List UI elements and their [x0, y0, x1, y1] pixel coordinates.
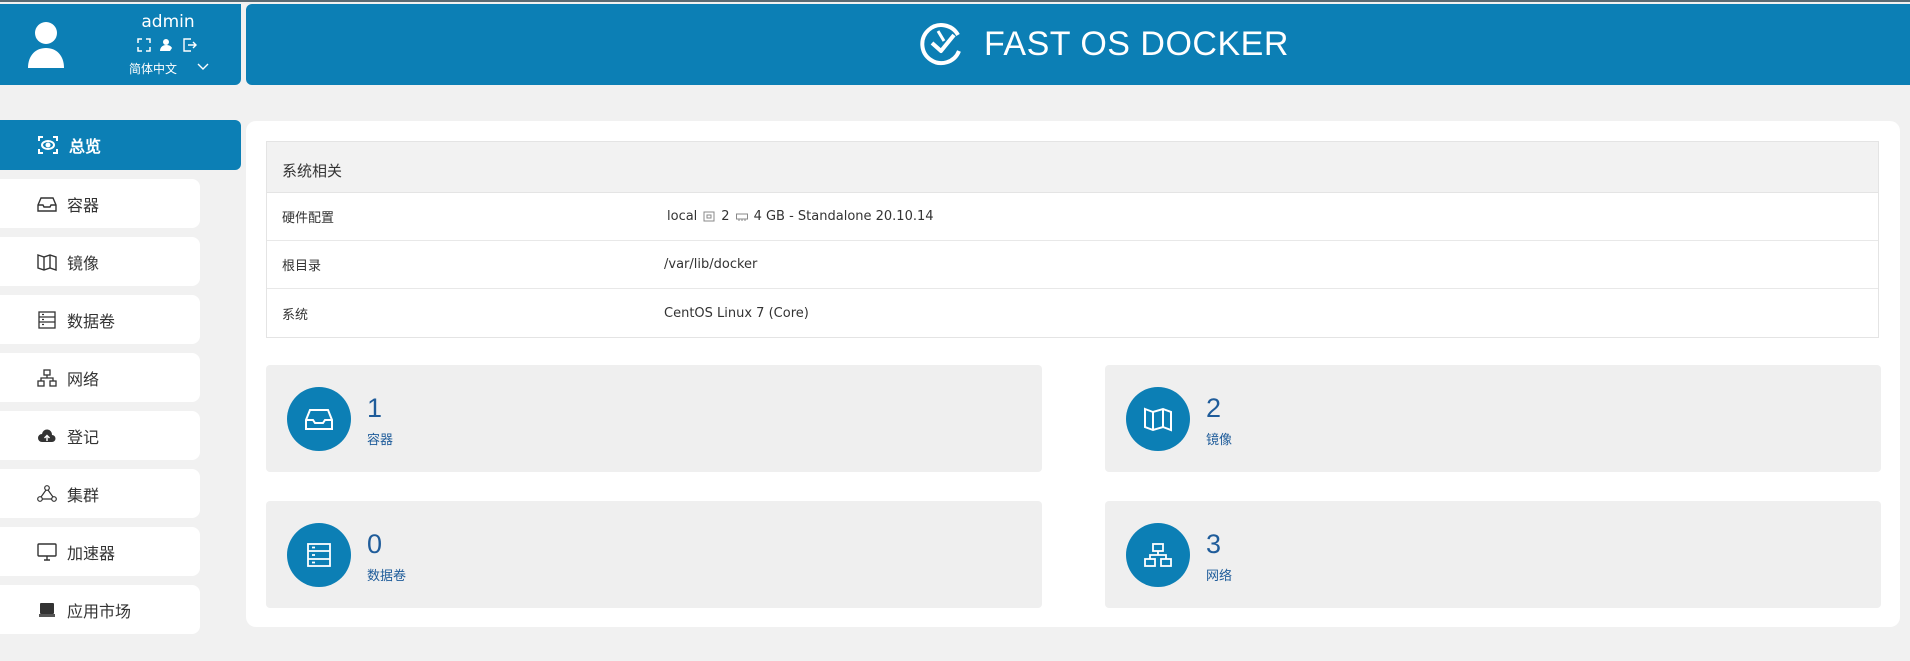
sidebar-item-label: 加速器	[67, 543, 116, 563]
table-row: 系统 CentOS Linux 7 (Core)	[267, 289, 1878, 337]
cpu-value: 2	[721, 209, 730, 224]
sidebar-item-label: 容器	[67, 195, 100, 215]
sidebar-item-accelerator[interactable]: 加速器	[0, 527, 200, 576]
sidebar-item-registry[interactable]: 登记	[0, 411, 200, 460]
table-row: 根目录 /var/lib/docker	[267, 241, 1878, 289]
sidebar-item-volumes[interactable]: 数据卷	[0, 295, 200, 344]
sidebar-item-label: 网络	[67, 369, 100, 389]
stat-value: 2	[1206, 393, 1222, 423]
stat-card-images[interactable]: 2 镜像	[1105, 365, 1881, 472]
memory-icon	[735, 211, 748, 222]
avatar-icon[interactable]	[27, 21, 65, 69]
sidebar-item-overview[interactable]: 总览	[0, 120, 241, 170]
eye-scan-icon	[37, 135, 59, 155]
cloud-upload-icon	[36, 426, 58, 446]
table-row: 硬件配置 local 2 4 GB - Standalone 20.10.14	[267, 193, 1878, 241]
chevron-down-icon[interactable]	[197, 62, 209, 72]
language-selector[interactable]: 简体中文	[129, 60, 177, 77]
stat-value: 0	[367, 529, 383, 559]
sidebar-item-label: 登记	[67, 427, 100, 447]
stat-card-containers[interactable]: 1 容器	[266, 365, 1042, 472]
logout-icon[interactable]	[183, 38, 197, 52]
network-icon	[36, 368, 58, 388]
fullscreen-icon[interactable]	[137, 38, 151, 52]
row-key: 根目录	[282, 259, 322, 274]
sidebar-item-label: 集群	[67, 485, 100, 505]
row-value: CentOS Linux 7 (Core)	[664, 305, 809, 321]
store-icon	[36, 600, 58, 620]
user-panel: admin 简体中文	[0, 4, 241, 85]
sidebar-item-app-market[interactable]: 应用市场	[0, 585, 200, 634]
cpu-icon	[703, 211, 715, 222]
database-icon	[287, 523, 351, 587]
map-icon	[1126, 387, 1190, 451]
monitor-icon	[36, 542, 58, 562]
stat-card-volumes[interactable]: 0 数据卷	[266, 501, 1042, 608]
inbox-icon	[36, 194, 58, 214]
sidebar-item-label: 总览	[69, 137, 102, 156]
top-bar: FAST OS DOCKER	[246, 4, 1910, 85]
sidebar-item-label: 数据卷	[67, 311, 116, 331]
section-title: 系统相关	[267, 142, 1878, 193]
stat-label: 镜像	[1206, 433, 1233, 448]
map-icon	[36, 252, 58, 272]
inbox-icon	[287, 387, 351, 451]
main-panel: 系统相关 硬件配置 local 2 4 GB - Standalone 20.1…	[246, 121, 1900, 627]
sidebar-item-containers[interactable]: 容器	[0, 179, 200, 228]
stat-card-networks[interactable]: 3 网络	[1105, 501, 1881, 608]
row-value: /var/lib/docker	[664, 257, 758, 272]
memory-value: 4 GB - Standalone 20.10.14	[753, 209, 934, 224]
stat-label: 网络	[1206, 569, 1233, 584]
sidebar-item-cluster[interactable]: 集群	[0, 469, 200, 518]
username: admin	[141, 12, 195, 32]
stat-value: 1	[367, 393, 383, 423]
brand-logo-icon	[920, 23, 961, 66]
stat-value: 3	[1206, 529, 1222, 559]
cluster-icon	[36, 484, 58, 504]
row-key: 系统	[282, 307, 309, 323]
brand-title: FAST OS DOCKER	[984, 25, 1289, 63]
system-info-table: 系统相关 硬件配置 local 2 4 GB - Standalone 20.1…	[266, 141, 1879, 338]
stat-label: 容器	[367, 433, 394, 448]
stat-label: 数据卷	[367, 569, 407, 584]
network-icon	[1126, 523, 1190, 587]
row-key: 硬件配置	[282, 211, 335, 226]
database-icon	[36, 310, 58, 330]
sidebar-item-label: 镜像	[67, 253, 100, 273]
sidebar-item-label: 应用市场	[67, 601, 132, 621]
user-profile-icon[interactable]	[160, 38, 174, 52]
host-value: local	[667, 209, 698, 224]
sidebar-item-networks[interactable]: 网络	[0, 353, 200, 402]
sidebar-item-images[interactable]: 镜像	[0, 237, 200, 286]
